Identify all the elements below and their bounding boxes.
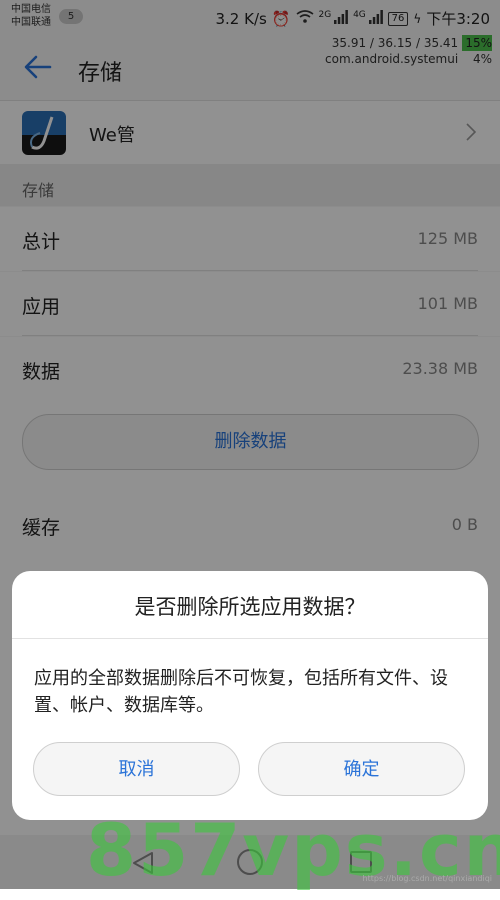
confirm-dialog: 是否删除所选应用数据？ 应用的全部数据删除后不可恢复，包括所有文件、设置、帐户、… xyxy=(12,571,488,820)
cancel-button[interactable]: 取消 xyxy=(33,742,240,796)
dialog-title: 是否删除所选应用数据？ xyxy=(134,595,366,619)
confirm-button[interactable]: 确定 xyxy=(258,742,465,796)
dialog-divider xyxy=(12,638,488,639)
source-credit: https://blog.csdn.net/qinxiandiqi xyxy=(362,874,492,883)
dialog-message: 应用的全部数据删除后不可恢复，包括所有文件、设置、帐户、数据库等。 xyxy=(34,668,448,716)
